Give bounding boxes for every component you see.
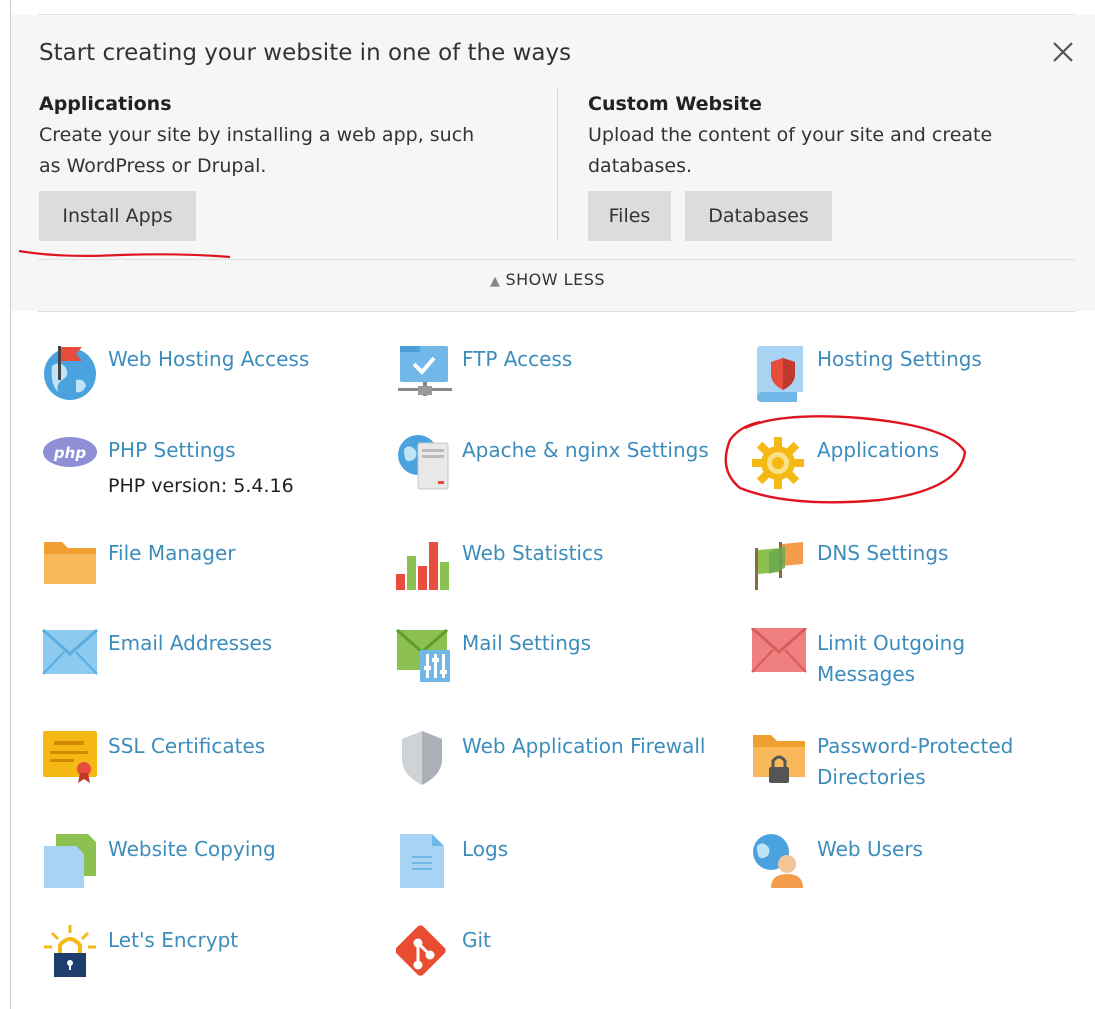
databases-button[interactable]: Databases bbox=[685, 191, 832, 241]
limit-outgoing-line2: Messages bbox=[817, 662, 916, 686]
tool-logs[interactable]: Logs bbox=[396, 834, 736, 904]
password-dirs-line1: Password-Protected bbox=[817, 734, 1014, 758]
hosting-settings-link[interactable]: Hosting Settings bbox=[817, 344, 982, 375]
tool-php-settings[interactable]: php PHP Settings PHP version: 5.4.16 bbox=[42, 435, 382, 505]
tool-dns-settings[interactable]: DNS Settings bbox=[751, 538, 1091, 608]
tool-ftp-access[interactable]: FTP Access bbox=[396, 344, 736, 414]
bar-chart-icon bbox=[396, 538, 454, 600]
apache-nginx-settings-link[interactable]: Apache & nginx Settings bbox=[462, 435, 709, 466]
web-users-link[interactable]: Web Users bbox=[817, 834, 923, 865]
custom-website-heading: Custom Website bbox=[588, 93, 762, 115]
tool-file-manager[interactable]: File Manager bbox=[42, 538, 382, 608]
tool-web-application-firewall[interactable]: Web Application Firewall bbox=[396, 731, 736, 801]
tool-ssl-certificates[interactable]: SSL Certificates bbox=[42, 731, 382, 801]
dns-settings-link[interactable]: DNS Settings bbox=[817, 538, 948, 569]
limit-envelope-icon bbox=[751, 628, 809, 690]
ftp-folder-icon bbox=[396, 344, 454, 406]
panel-title: Start creating your website in one of th… bbox=[39, 40, 572, 66]
install-apps-button[interactable]: Install Apps bbox=[39, 191, 196, 241]
php-icon: php bbox=[42, 435, 100, 497]
svg-text:php: php bbox=[53, 444, 86, 462]
email-addresses-link[interactable]: Email Addresses bbox=[108, 628, 272, 659]
dns-flags-icon bbox=[751, 538, 809, 600]
password-dirs-line2: Directories bbox=[817, 765, 926, 789]
tool-limit-outgoing-messages[interactable]: Limit Outgoing Messages bbox=[751, 628, 1091, 698]
mail-settings-icon bbox=[396, 628, 454, 690]
gear-icon bbox=[751, 435, 809, 497]
files-button[interactable]: Files bbox=[588, 191, 671, 241]
php-version-text: PHP version: 5.4.16 bbox=[108, 475, 294, 497]
envelope-icon bbox=[42, 628, 100, 690]
applications-link[interactable]: Applications bbox=[817, 435, 939, 466]
file-manager-link[interactable]: File Manager bbox=[108, 538, 236, 569]
show-less-toggle[interactable]: ▲ SHOW LESS bbox=[0, 270, 1095, 289]
web-application-firewall-link[interactable]: Web Application Firewall bbox=[462, 731, 706, 762]
show-less-label: SHOW LESS bbox=[505, 270, 606, 289]
custom-website-desc-line1: Upload the content of your site and crea… bbox=[588, 124, 993, 146]
git-icon bbox=[396, 925, 454, 987]
logs-link[interactable]: Logs bbox=[462, 834, 508, 865]
ftp-access-link[interactable]: FTP Access bbox=[462, 344, 572, 375]
web-hosting-access-link[interactable]: Web Hosting Access bbox=[108, 344, 309, 375]
tools-top-divider bbox=[38, 311, 1076, 312]
apache-server-icon bbox=[396, 435, 454, 497]
website-copying-link[interactable]: Website Copying bbox=[108, 834, 276, 865]
panel-bottom-divider bbox=[38, 259, 1076, 260]
applications-desc-line2: as WordPress or Drupal. bbox=[39, 155, 267, 177]
lets-encrypt-link[interactable]: Let's Encrypt bbox=[108, 925, 238, 956]
applications-desc-line1: Create your site by installing a web app… bbox=[39, 124, 475, 146]
limit-outgoing-messages-link[interactable]: Limit Outgoing Messages bbox=[817, 628, 965, 690]
web-statistics-link[interactable]: Web Statistics bbox=[462, 538, 603, 569]
tool-git[interactable]: Git bbox=[396, 925, 736, 995]
limit-outgoing-line1: Limit Outgoing bbox=[817, 631, 966, 655]
globe-flag-icon bbox=[42, 344, 100, 406]
php-settings-link[interactable]: PHP Settings bbox=[108, 435, 236, 466]
folder-icon bbox=[42, 538, 100, 600]
tool-web-hosting-access[interactable]: Web Hosting Access bbox=[42, 344, 382, 414]
tool-email-addresses[interactable]: Email Addresses bbox=[42, 628, 382, 698]
git-link[interactable]: Git bbox=[462, 925, 491, 956]
tool-hosting-settings[interactable]: Hosting Settings bbox=[751, 344, 1091, 414]
tool-apache-nginx-settings[interactable]: Apache & nginx Settings bbox=[396, 435, 736, 505]
copy-pages-icon bbox=[42, 834, 100, 896]
tool-lets-encrypt[interactable]: Let's Encrypt bbox=[42, 925, 382, 995]
password-protected-directories-link[interactable]: Password-Protected Directories bbox=[817, 731, 1013, 793]
panel-divider bbox=[557, 88, 558, 240]
custom-website-desc-line2: databases. bbox=[588, 155, 693, 177]
tool-web-users[interactable]: Web Users bbox=[751, 834, 1091, 904]
web-user-icon bbox=[751, 834, 809, 896]
tool-website-copying[interactable]: Website Copying bbox=[42, 834, 382, 904]
certificate-icon bbox=[42, 731, 100, 793]
mail-settings-link[interactable]: Mail Settings bbox=[462, 628, 591, 659]
shield-icon bbox=[396, 731, 454, 793]
chevron-up-icon: ▲ bbox=[489, 274, 501, 289]
locked-folder-icon bbox=[751, 731, 809, 793]
tool-mail-settings[interactable]: Mail Settings bbox=[396, 628, 736, 698]
close-icon[interactable] bbox=[1049, 38, 1077, 66]
log-file-icon bbox=[396, 834, 454, 896]
hosting-settings-icon bbox=[751, 344, 809, 406]
tool-web-statistics[interactable]: Web Statistics bbox=[396, 538, 736, 608]
ssl-certificates-link[interactable]: SSL Certificates bbox=[108, 731, 265, 762]
tool-applications[interactable]: Applications bbox=[751, 435, 1091, 505]
lets-encrypt-icon bbox=[42, 925, 100, 987]
applications-heading: Applications bbox=[39, 93, 172, 115]
tool-password-protected-directories[interactable]: Password-Protected Directories bbox=[751, 731, 1091, 801]
